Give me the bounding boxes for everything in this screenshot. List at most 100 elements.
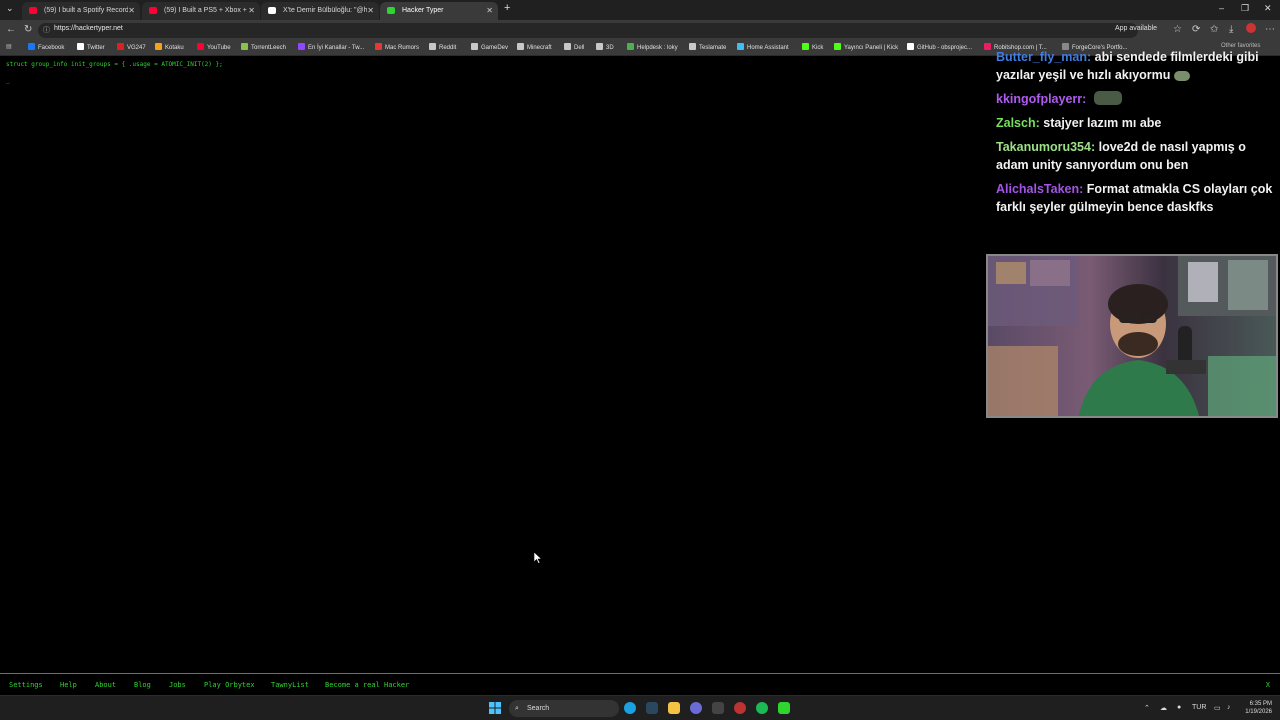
taskbar-search[interactable]: ⌕ Search [509, 700, 619, 717]
taskbar-search-label: Search [527, 705, 550, 712]
tab-favicon-icon [149, 7, 157, 14]
footer-link[interactable]: Settings [9, 681, 43, 689]
bookmark-item[interactable]: Home Assistant [737, 43, 789, 51]
file-explorer-icon[interactable] [668, 702, 680, 714]
bookmark-item[interactable]: Facebook [28, 43, 64, 51]
language-indicator[interactable]: TUR [1192, 704, 1206, 711]
bookmark-item[interactable]: TorrentLeech [241, 43, 286, 51]
search-icon: ⌕ [515, 705, 519, 712]
bookmark-label: Reddit [439, 45, 457, 51]
bookmark-item[interactable]: Teslamate [689, 43, 726, 51]
bookmark-label: Home Assistant [747, 45, 789, 51]
clock-time: 6:35 PM [1249, 701, 1272, 707]
chat-message: Zalsch: stajyer lazım mı abe [996, 114, 1276, 132]
windows-start-icon[interactable] [489, 702, 501, 714]
chat-message: kkingofplayerr: [996, 90, 1276, 108]
footer-link[interactable]: Become a real Hacker [325, 681, 409, 689]
downloads-icon[interactable]: ⤓ [1229, 24, 1233, 36]
browser-tab[interactable]: (59) I Built a PS5 + Xbox + Switch✕ [142, 2, 260, 20]
bookmark-item[interactable]: Reddit [429, 43, 456, 51]
bookmark-item[interactable]: Dell [564, 43, 584, 51]
mouse-pointer-icon [534, 552, 542, 564]
favorites-icon[interactable]: ✩ [1210, 24, 1218, 36]
browser-tab[interactable]: X'te Demir Bülbüloğlu: "@hrrcnes✕ [261, 2, 379, 20]
bookmark-item[interactable]: Minecraft [517, 43, 552, 51]
back-icon[interactable]: ← [6, 24, 16, 36]
refresh-icon[interactable]: ↻ [24, 24, 32, 36]
tab-close-icon[interactable]: ✕ [248, 2, 255, 19]
app-available-label[interactable]: App available [1115, 25, 1157, 32]
steam-icon[interactable] [646, 702, 658, 714]
bookmark-item[interactable]: 3D [596, 43, 614, 51]
footer-link[interactable]: Blog [134, 681, 151, 689]
edge-icon[interactable] [624, 702, 636, 714]
url-field[interactable]: ⓘ https://hackertyper.net [38, 23, 1138, 38]
footer-link[interactable]: Jobs [169, 681, 186, 689]
minimize-button[interactable]: – [1219, 3, 1224, 13]
tab-close-icon[interactable]: ✕ [128, 2, 135, 19]
hacker-footer: Settings Help About Blog Jobs Play Orbytex Taw… [0, 673, 1280, 695]
footer-link[interactable]: About [95, 681, 116, 689]
more-menu-icon[interactable]: ⋯ [1265, 24, 1275, 36]
tab-favicon-icon [268, 7, 276, 14]
sidebar-toggle-icon[interactable]: ▤ [6, 43, 12, 50]
restore-button[interactable]: ❐ [1241, 3, 1249, 14]
close-window-button[interactable]: ✕ [1264, 3, 1272, 14]
clock[interactable]: 6:35 PM 1/19/2026 [1240, 700, 1272, 716]
discord-icon[interactable] [690, 702, 702, 714]
tab-close-icon[interactable]: ✕ [367, 2, 374, 19]
tab-close-icon[interactable]: ✕ [486, 2, 493, 19]
bookmark-item[interactable]: VG247 [117, 43, 146, 51]
mic-icon[interactable]: ● [1177, 704, 1181, 711]
bookmark-item[interactable]: Kotaku [155, 43, 184, 51]
bookmark-item[interactable]: GitHub - obsprojec... [907, 43, 972, 51]
bookmark-label: TorrentLeech [251, 45, 287, 51]
hacker-typer-console[interactable]: struct group_info init_groups = { .usage… [0, 57, 985, 673]
bookmark-item[interactable]: YouTube [197, 43, 231, 51]
browser-tab[interactable]: (59) I built a Spotify Record Player✕ [22, 2, 140, 20]
bookmark-item[interactable]: GameDev [471, 43, 508, 51]
footer-link[interactable]: Play Orbytex [204, 681, 255, 689]
favorite-star-icon[interactable]: ☆ [1173, 24, 1182, 36]
notepad-icon[interactable] [778, 702, 790, 714]
chat-message: Butter_fly_man: abi sendede filmlerdeki … [996, 48, 1276, 84]
bookmark-icon [907, 43, 914, 50]
new-tab-button[interactable]: + [504, 2, 510, 14]
tab-favicon-icon [29, 7, 37, 14]
obs-icon[interactable] [734, 702, 746, 714]
chat-emote-icon [1174, 71, 1191, 81]
browser-tab[interactable]: Hacker Typer ✕ [380, 2, 498, 20]
bookmark-label: 3D [606, 45, 614, 51]
bookmark-item[interactable]: Yayıncı Paneli | Kick [834, 43, 898, 51]
bookmark-icon [429, 43, 436, 50]
spotify-icon[interactable] [756, 702, 768, 714]
volume-icon[interactable]: ♪ [1227, 704, 1231, 711]
chat-username: Zalsch: [996, 116, 1040, 130]
bookmark-label: Minecraft [527, 45, 552, 51]
bookmark-item[interactable]: En İyi Kanallar - Tw... [298, 43, 364, 51]
bookmark-label: Dell [574, 45, 585, 51]
browser-refresh-icon[interactable]: ⟳ [1192, 24, 1200, 36]
tab-list-icon[interactable]: ⌄ [6, 3, 14, 14]
footer-close-button[interactable]: X [1266, 681, 1270, 689]
app-icon[interactable] [712, 702, 724, 714]
cloud-icon[interactable]: ☁ [1160, 704, 1167, 712]
bookmark-icon [471, 43, 478, 50]
bookmark-icon [117, 43, 124, 50]
bookmark-item[interactable]: Mac Rumors [375, 43, 419, 51]
bookmark-icon [375, 43, 382, 50]
site-info-icon[interactable]: ⓘ [43, 25, 50, 35]
clock-date: 1/19/2026 [1245, 709, 1272, 715]
tray-chevron-icon[interactable]: ⌃ [1144, 704, 1150, 712]
bookmark-label: Yayıncı Paneli | Kick [844, 45, 899, 51]
bookmark-item[interactable]: Kick [802, 43, 823, 51]
bookmark-icon [737, 43, 744, 50]
bookmark-label: En İyi Kanallar - Tw... [308, 45, 365, 51]
profile-avatar[interactable] [1246, 23, 1256, 33]
bookmark-label: Helpdesk : loky [637, 45, 678, 51]
footer-link[interactable]: TawnyList [271, 681, 309, 689]
footer-link[interactable]: Help [60, 681, 77, 689]
display-icon[interactable]: ▭ [1214, 704, 1221, 712]
bookmark-item[interactable]: Helpdesk : loky [627, 43, 678, 51]
bookmark-item[interactable]: Twitter [77, 43, 105, 51]
